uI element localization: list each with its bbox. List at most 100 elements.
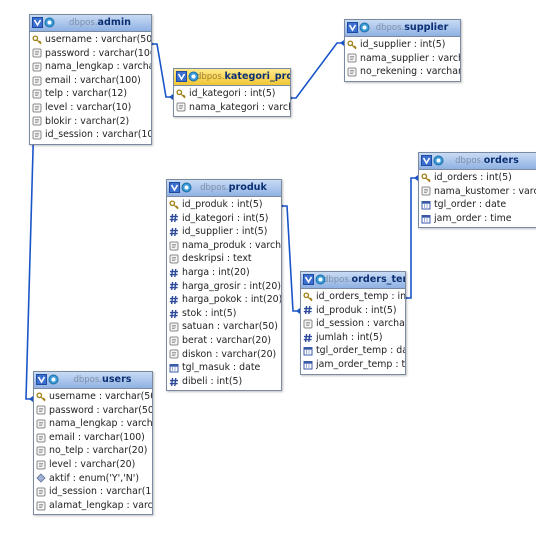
column-row[interactable]: alamat_lengkap : varchar(255) bbox=[34, 499, 152, 513]
column-row[interactable]: harga_pokok : int(20) bbox=[167, 293, 281, 307]
table-header[interactable]: dbpos.users bbox=[34, 372, 152, 389]
column-row[interactable]: nama_kategori : varchar(100) bbox=[174, 101, 290, 115]
column-toggle-icon[interactable] bbox=[359, 22, 370, 33]
column-row[interactable]: tgl_order_temp : date bbox=[301, 344, 405, 358]
column-label: aktif : enum('Y','N') bbox=[49, 472, 140, 484]
column-label: email : varchar(100) bbox=[49, 431, 145, 443]
column-row[interactable]: id_supplier : int(5) bbox=[167, 225, 281, 239]
column-row[interactable]: id_orders_temp : int(5) bbox=[301, 290, 405, 304]
column-row[interactable]: id_produk : int(5) bbox=[301, 304, 405, 318]
column-row[interactable]: email : varchar(100) bbox=[30, 74, 151, 88]
column-row[interactable]: email : varchar(100) bbox=[34, 431, 152, 445]
column-label: jumlah : int(5) bbox=[316, 331, 383, 343]
table-name: users bbox=[102, 373, 132, 385]
database-prefix: dbpos. bbox=[73, 374, 103, 385]
database-prefix: dbpos. bbox=[375, 22, 405, 33]
table-header[interactable]: dbpos.kategori_produk bbox=[174, 69, 290, 86]
column-row[interactable]: jam_order : time bbox=[419, 212, 536, 226]
column-toggle-icon[interactable] bbox=[181, 182, 192, 193]
column-row[interactable]: id_produk : int(5) bbox=[167, 198, 281, 212]
column-row[interactable]: tgl_order : date bbox=[419, 198, 536, 212]
column-row[interactable]: nama_kustomer : varchar(100) bbox=[419, 185, 536, 199]
column-icon bbox=[36, 419, 46, 429]
column-row[interactable]: id_session : varchar(100) bbox=[30, 128, 151, 142]
column-row[interactable]: blokir : varchar(2) bbox=[30, 115, 151, 129]
column-toggle-icon[interactable] bbox=[433, 155, 444, 166]
table-supplier[interactable]: dbpos.supplier id_supplier : int(5) nama_s… bbox=[344, 19, 461, 82]
column-row[interactable]: deskripsi : text bbox=[167, 252, 281, 266]
column-row[interactable]: jam_order_temp : time bbox=[301, 358, 405, 372]
column-row[interactable]: id_session : varchar(100) bbox=[301, 317, 405, 331]
column-row[interactable]: dibeli : int(5) bbox=[167, 375, 281, 389]
table-header[interactable]: dbpos.orders_temp bbox=[301, 272, 405, 289]
column-icon bbox=[36, 446, 46, 456]
column-row[interactable]: nama_lengkap : varchar(100) bbox=[30, 60, 151, 74]
column-row[interactable]: id_kategori : int(5) bbox=[174, 87, 290, 101]
database-prefix: dbpos. bbox=[200, 182, 229, 193]
enum-icon bbox=[36, 473, 46, 483]
table-toggle-icon[interactable] bbox=[303, 274, 314, 285]
table-toggle-icon[interactable] bbox=[421, 155, 432, 166]
column-toggle-icon[interactable] bbox=[48, 374, 59, 385]
column-row[interactable]: level : varchar(10) bbox=[30, 101, 151, 115]
column-toggle-icon[interactable] bbox=[44, 17, 55, 28]
column-icon bbox=[32, 103, 42, 113]
column-row[interactable]: berat : varchar(20) bbox=[167, 334, 281, 348]
column-row[interactable]: tgl_masuk : date bbox=[167, 361, 281, 375]
table-header[interactable]: dbpos.orders bbox=[419, 153, 536, 170]
column-icon bbox=[347, 53, 357, 63]
column-row[interactable]: username : varchar(50) bbox=[30, 33, 151, 47]
table-orders-temp[interactable]: dbpos.orders_tempid_orders_temp : int(5)… bbox=[300, 271, 406, 375]
number-icon bbox=[169, 268, 179, 278]
table-header[interactable]: dbpos.admin bbox=[30, 15, 151, 32]
table-admin[interactable]: dbpos.admin username : varchar(50) passwor… bbox=[29, 14, 152, 145]
table-toggle-icon[interactable] bbox=[347, 22, 358, 33]
number-icon bbox=[169, 213, 179, 223]
column-label: deskripsi : text bbox=[182, 253, 252, 265]
column-row[interactable]: satuan : varchar(50) bbox=[167, 320, 281, 334]
database-prefix: dbpos. bbox=[196, 71, 225, 82]
column-row[interactable]: harga_grosir : int(20) bbox=[167, 280, 281, 294]
column-row[interactable]: password : varchar(50) bbox=[34, 404, 152, 418]
column-row[interactable]: diskon : varchar(20) bbox=[167, 348, 281, 362]
column-toggle-icon[interactable] bbox=[315, 274, 326, 285]
column-row[interactable]: id_session : varchar(100) bbox=[34, 485, 152, 499]
column-row[interactable]: id_supplier : int(5) bbox=[345, 38, 460, 52]
column-row[interactable]: stok : int(5) bbox=[167, 307, 281, 321]
table-toggle-icon[interactable] bbox=[169, 182, 180, 193]
date-icon bbox=[303, 346, 313, 356]
column-row[interactable]: jumlah : int(5) bbox=[301, 331, 405, 345]
table-orders[interactable]: dbpos.orders id_orders : int(5) nama_kusto… bbox=[418, 152, 536, 229]
column-label: nama_kategori : varchar(100) bbox=[189, 101, 290, 113]
relation-line-kategori-produk-supplier bbox=[289, 42, 344, 99]
column-row[interactable]: nama_produk : varchar(100) bbox=[167, 239, 281, 253]
table-header[interactable]: dbpos.produk bbox=[167, 180, 281, 197]
table-header[interactable]: dbpos.supplier bbox=[345, 20, 460, 37]
column-row[interactable]: id_kategori : int(5) bbox=[167, 212, 281, 226]
table-produk[interactable]: dbpos.produk id_produk : int(5) id_kategor… bbox=[166, 179, 282, 392]
column-row[interactable]: username : varchar(50) bbox=[34, 390, 152, 404]
table-users[interactable]: dbpos.users username : varchar(50) passwor… bbox=[33, 371, 153, 516]
table-kategori-produk[interactable]: dbpos.kategori_produkid_kategori : int(5… bbox=[173, 68, 291, 118]
column-row[interactable]: no_rekening : varchar(255) bbox=[345, 65, 460, 79]
column-label: no_rekening : varchar(255) bbox=[360, 66, 460, 78]
column-row[interactable]: aktif : enum('Y','N') bbox=[34, 472, 152, 486]
key-icon bbox=[303, 292, 313, 302]
column-row[interactable]: level : varchar(20) bbox=[34, 458, 152, 472]
column-row[interactable]: no_telp : varchar(20) bbox=[34, 444, 152, 458]
column-row[interactable]: nama_supplier : varchar(255) bbox=[345, 52, 460, 66]
column-label: email : varchar(100) bbox=[45, 74, 141, 86]
column-row[interactable]: telp : varchar(12) bbox=[30, 87, 151, 101]
column-row[interactable]: nama_lengkap : varchar(100) bbox=[34, 417, 152, 431]
column-row[interactable]: password : varchar(100) bbox=[30, 47, 151, 61]
table-toggle-icon[interactable] bbox=[36, 374, 47, 385]
table-toggle-icon[interactable] bbox=[176, 71, 187, 82]
table-toggle-icon[interactable] bbox=[32, 17, 43, 28]
column-row[interactable]: harga : int(20) bbox=[167, 266, 281, 280]
column-toggle-icon[interactable] bbox=[188, 71, 199, 82]
table-name: supplier bbox=[404, 21, 449, 33]
column-label: harga_pokok : int(20) bbox=[182, 294, 281, 306]
column-row[interactable]: id_orders : int(5) bbox=[419, 171, 536, 185]
column-label: stok : int(5) bbox=[182, 307, 237, 319]
column-icon bbox=[36, 460, 46, 470]
